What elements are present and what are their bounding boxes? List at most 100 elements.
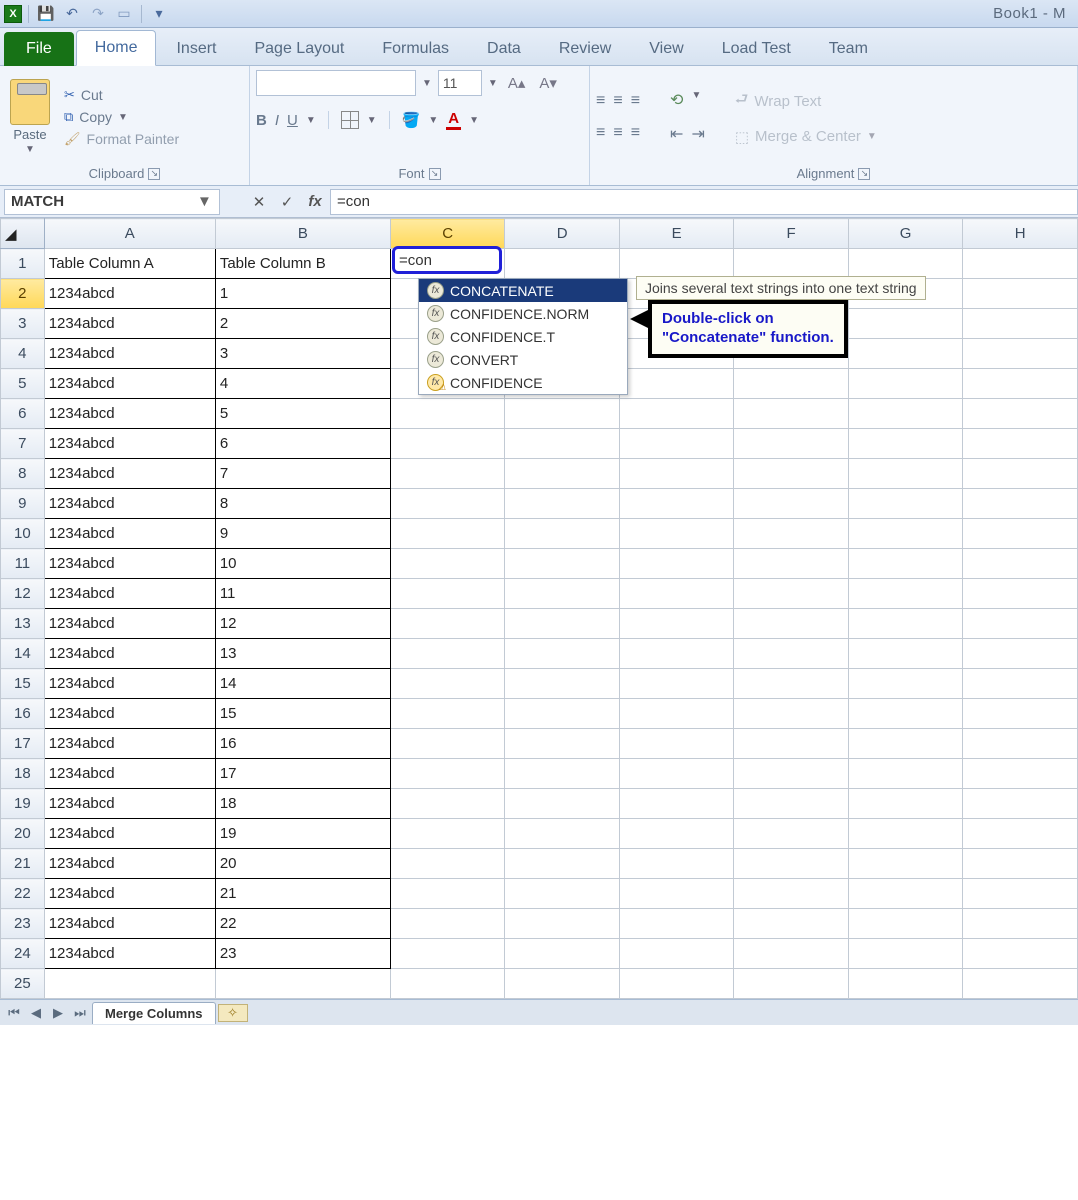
row-header[interactable]: 4 (1, 339, 45, 369)
cell-c16[interactable] (390, 699, 505, 729)
cell-h25[interactable] (963, 969, 1078, 999)
row-header[interactable]: 12 (1, 579, 45, 609)
cell-f15[interactable] (734, 669, 848, 699)
editing-cell-c2[interactable]: =con (392, 246, 502, 274)
row-header[interactable]: 1 (1, 249, 45, 279)
font-color-button[interactable]: A (446, 110, 461, 130)
cut-button[interactable]: ✂ Cut (64, 87, 179, 103)
cell-c17[interactable] (390, 729, 505, 759)
cell-e15[interactable] (619, 669, 734, 699)
row-header[interactable]: 10 (1, 519, 45, 549)
row-header[interactable]: 11 (1, 549, 45, 579)
borders-button[interactable] (341, 111, 359, 129)
cell-b17[interactable]: 16 (215, 729, 390, 759)
cell-a11[interactable]: 1234abcd (44, 549, 215, 579)
cell-b21[interactable]: 20 (215, 849, 390, 879)
align-top-button[interactable]: ≡ (596, 92, 605, 110)
cell-e7[interactable] (619, 429, 734, 459)
cell-h21[interactable] (963, 849, 1078, 879)
tab-review[interactable]: Review (541, 32, 629, 66)
col-header-a[interactable]: A (44, 219, 215, 249)
row-header[interactable]: 24 (1, 939, 45, 969)
cell-e9[interactable] (619, 489, 734, 519)
cell-c22[interactable] (390, 879, 505, 909)
cell-c7[interactable] (390, 429, 505, 459)
cell-a19[interactable]: 1234abcd (44, 789, 215, 819)
row-header[interactable]: 25 (1, 969, 45, 999)
cell-h7[interactable] (963, 429, 1078, 459)
cell-h14[interactable] (963, 639, 1078, 669)
cell-e5[interactable] (619, 369, 734, 399)
cell-d7[interactable] (505, 429, 620, 459)
formula-autocomplete-list[interactable]: fx CONCATENATE fx CONFIDENCE.NORM fx CON… (418, 278, 628, 395)
cell-g6[interactable] (848, 399, 963, 429)
cell-c11[interactable] (390, 549, 505, 579)
orientation-button[interactable]: ⟲ (670, 90, 683, 110)
fill-color-button[interactable]: 🪣 (402, 111, 421, 129)
cell-c15[interactable] (390, 669, 505, 699)
italic-button[interactable]: I (275, 112, 279, 129)
cell-c12[interactable] (390, 579, 505, 609)
cell-g19[interactable] (848, 789, 963, 819)
cell-h17[interactable] (963, 729, 1078, 759)
col-header-d[interactable]: D (505, 219, 620, 249)
cell-h24[interactable] (963, 939, 1078, 969)
cell-h20[interactable] (963, 819, 1078, 849)
tab-team[interactable]: Team (811, 32, 886, 66)
row-header[interactable]: 21 (1, 849, 45, 879)
cell-h16[interactable] (963, 699, 1078, 729)
qat-undo-button[interactable]: ↶ (61, 3, 83, 25)
cell-a9[interactable]: 1234abcd (44, 489, 215, 519)
cell-f7[interactable] (734, 429, 848, 459)
cell-d13[interactable] (505, 609, 620, 639)
cell-c21[interactable] (390, 849, 505, 879)
cell-g9[interactable] (848, 489, 963, 519)
row-header[interactable]: 3 (1, 309, 45, 339)
cell-b13[interactable]: 12 (215, 609, 390, 639)
cell-g4[interactable] (848, 339, 963, 369)
autocomplete-item-confidence-norm[interactable]: fx CONFIDENCE.NORM (419, 302, 627, 325)
cell-g20[interactable] (848, 819, 963, 849)
row-header[interactable]: 23 (1, 909, 45, 939)
cell-f11[interactable] (734, 549, 848, 579)
cell-e16[interactable] (619, 699, 734, 729)
cell-g11[interactable] (848, 549, 963, 579)
formula-bar[interactable]: =con (330, 189, 1078, 215)
cell-d9[interactable] (505, 489, 620, 519)
tab-data[interactable]: Data (469, 32, 539, 66)
cell-b10[interactable]: 9 (215, 519, 390, 549)
cell-e8[interactable] (619, 459, 734, 489)
autocomplete-item-confidence-t[interactable]: fx CONFIDENCE.T (419, 325, 627, 348)
cell-e12[interactable] (619, 579, 734, 609)
cell-h9[interactable] (963, 489, 1078, 519)
cell-h5[interactable] (963, 369, 1078, 399)
cell-b3[interactable]: 2 (215, 309, 390, 339)
cell-e21[interactable] (619, 849, 734, 879)
copy-button[interactable]: ⧉ Copy ▼ (64, 109, 179, 125)
cell-d1[interactable] (505, 249, 620, 279)
cell-b9[interactable]: 8 (215, 489, 390, 519)
font-family-combo[interactable] (256, 70, 416, 96)
cell-b2[interactable]: 1 (215, 279, 390, 309)
cell-e1[interactable] (619, 249, 734, 279)
cell-h15[interactable] (963, 669, 1078, 699)
select-all-corner[interactable]: ◢ (1, 219, 45, 249)
cell-h11[interactable] (963, 549, 1078, 579)
cell-g22[interactable] (848, 879, 963, 909)
cell-f23[interactable] (734, 909, 848, 939)
row-header[interactable]: 9 (1, 489, 45, 519)
cell-a4[interactable]: 1234abcd (44, 339, 215, 369)
cell-a15[interactable]: 1234abcd (44, 669, 215, 699)
cell-b16[interactable]: 15 (215, 699, 390, 729)
cell-h10[interactable] (963, 519, 1078, 549)
cell-e22[interactable] (619, 879, 734, 909)
cell-a5[interactable]: 1234abcd (44, 369, 215, 399)
fx-button[interactable]: fx (302, 189, 328, 215)
increase-indent-button[interactable]: ⇥ (691, 124, 704, 144)
cell-d24[interactable] (505, 939, 620, 969)
cell-e10[interactable] (619, 519, 734, 549)
cell-h23[interactable] (963, 909, 1078, 939)
qat-customize-dropdown[interactable]: ▾ (148, 3, 170, 25)
cell-h18[interactable] (963, 759, 1078, 789)
cell-f1[interactable] (734, 249, 848, 279)
